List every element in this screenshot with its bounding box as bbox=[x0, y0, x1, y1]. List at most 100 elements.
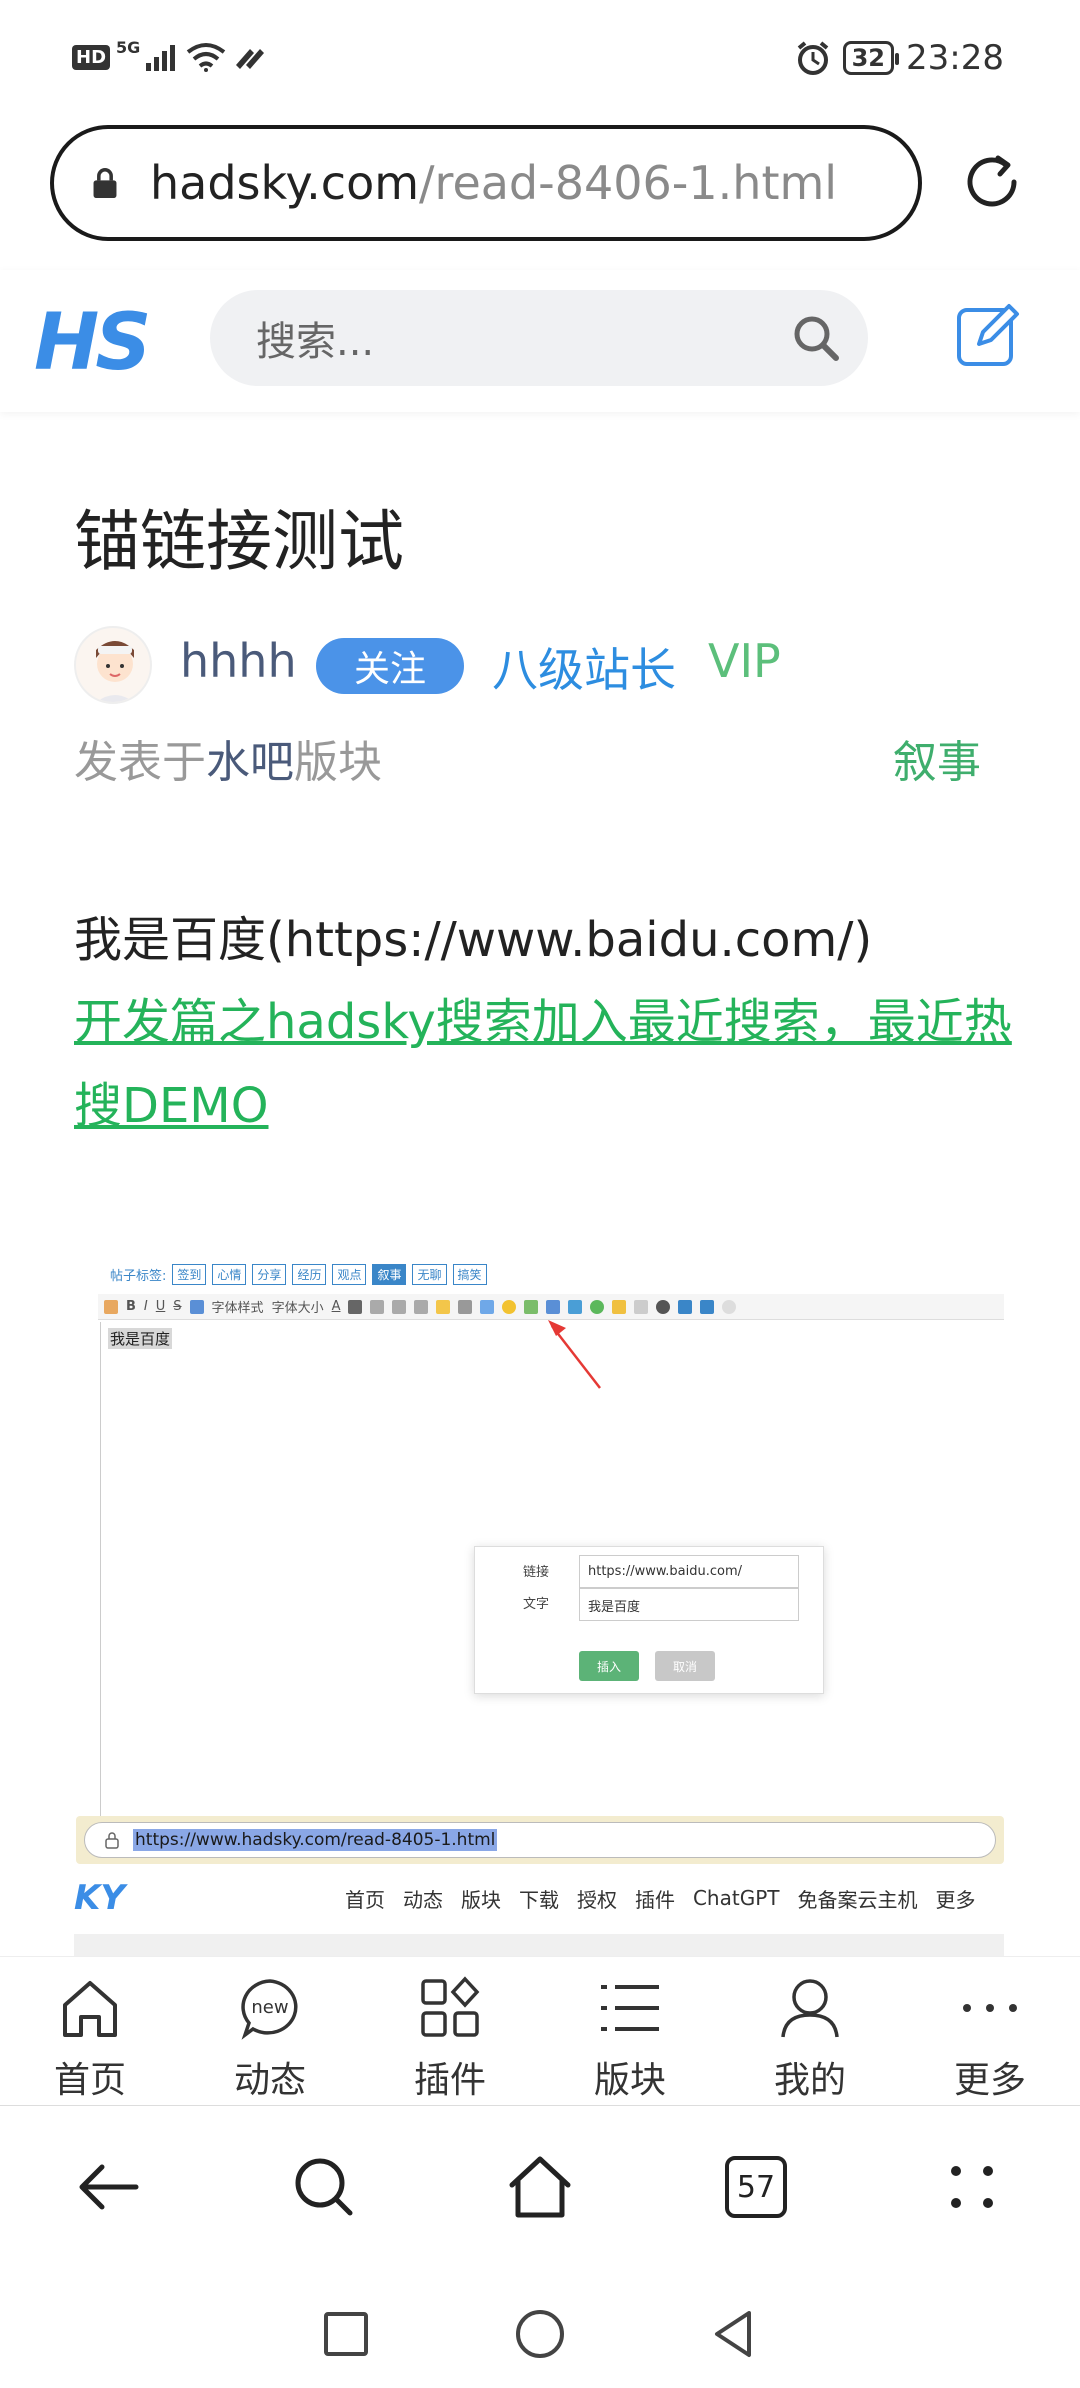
clock: 23:28 bbox=[906, 38, 1004, 78]
hotspot-icon bbox=[236, 49, 265, 69]
undo-icon bbox=[678, 1299, 693, 1314]
post-link[interactable]: 开发篇之hadsky搜索加入最近搜索，最近热搜DEMO bbox=[74, 980, 1014, 1148]
doc-icon bbox=[634, 1299, 649, 1314]
link-label: 链接 bbox=[523, 1565, 550, 1580]
vip-badge: VIP bbox=[708, 634, 781, 688]
format-icon bbox=[104, 1299, 118, 1314]
status-left: HD 5G bbox=[72, 38, 266, 72]
embedded-nav-item: 授权 bbox=[576, 1887, 617, 1912]
editor-text: 我是百度 bbox=[108, 1328, 173, 1349]
font-size-select: 字体大小 bbox=[271, 1301, 324, 1316]
tag-chip: 分享 bbox=[252, 1264, 287, 1285]
nav-home[interactable]: 首页 bbox=[0, 1957, 180, 2107]
link-field: https://www.baidu.com/ bbox=[579, 1555, 799, 1589]
text-label: 文字 bbox=[523, 1597, 550, 1612]
embedded-logo: KY bbox=[74, 1878, 125, 1918]
tag-chip: 观点 bbox=[332, 1264, 367, 1285]
font-style-select: 字体样式 bbox=[211, 1301, 264, 1316]
lock-icon bbox=[93, 168, 117, 198]
nav-mine-label: 我的 bbox=[773, 2060, 846, 2101]
red-arrow-icon bbox=[548, 1320, 601, 1389]
url-path: /read-8406-1.html bbox=[419, 156, 838, 210]
follow-button[interactable]: 关注 bbox=[316, 638, 464, 694]
browser-home-button[interactable] bbox=[432, 2153, 648, 2221]
tag-chip: 签到 bbox=[172, 1264, 207, 1285]
reload-icon[interactable] bbox=[958, 148, 1026, 216]
tag-chip: 无聊 bbox=[412, 1264, 447, 1285]
embedded-lock-icon bbox=[105, 1832, 119, 1849]
nav-feed[interactable]: new 动态 bbox=[180, 1957, 360, 2107]
search-icon bbox=[295, 2158, 353, 2216]
nav-more[interactable]: 更多 bbox=[900, 1957, 1080, 2107]
avatar[interactable] bbox=[74, 626, 152, 704]
embedded-nav-item: 插件 bbox=[634, 1887, 675, 1912]
system-home-icon[interactable] bbox=[513, 2307, 567, 2361]
tabs-button[interactable]: 57 bbox=[648, 2156, 864, 2218]
nav-plugins[interactable]: 插件 bbox=[360, 1957, 540, 2107]
system-nav-bar bbox=[0, 2280, 1080, 2388]
embedded-nav-item: 下载 bbox=[518, 1887, 559, 1912]
status-right: 32 23:28 bbox=[795, 38, 1004, 78]
site-bottom-nav: 首页 new 动态 插件 版块 我的 更多 bbox=[0, 1956, 1080, 2106]
embedded-nav-item: 首页 bbox=[344, 1887, 385, 1912]
link-icon bbox=[458, 1299, 473, 1314]
posted-suffix: 版块 bbox=[294, 737, 382, 788]
more-icon bbox=[963, 2004, 1017, 2012]
italic-icon: I bbox=[143, 1299, 148, 1314]
address-bar[interactable]: hadsky.com /read-8406-1.html bbox=[50, 125, 922, 241]
post-title: 锚链接测试 bbox=[74, 503, 404, 580]
system-back-icon[interactable] bbox=[707, 2307, 761, 2361]
signal-icon bbox=[146, 45, 176, 71]
hide-icon bbox=[656, 1299, 671, 1314]
nav-more-label: 更多 bbox=[953, 2060, 1026, 2101]
search-placeholder: 搜索... bbox=[256, 319, 375, 365]
underline-icon: U bbox=[155, 1299, 166, 1314]
new-bubble-text: new bbox=[251, 1997, 288, 2018]
tag-row: 帖子标签: 签到 心情 分享 经历 观点 叙事 无聊 搞笑 bbox=[110, 1264, 487, 1285]
embedded-url: https://www.hadsky.com/read-8405-1.html bbox=[133, 1829, 498, 1851]
tag-chip-active: 叙事 bbox=[372, 1264, 407, 1285]
bold-icon: B bbox=[126, 1299, 136, 1314]
font-color-icon: A bbox=[331, 1299, 341, 1314]
insert-button: 插入 bbox=[579, 1651, 639, 1681]
text-field: 我是百度 bbox=[579, 1587, 799, 1621]
nav-boards[interactable]: 版块 bbox=[540, 1957, 720, 2107]
wifi-icon bbox=[187, 43, 226, 72]
embedded-nav-item: 免备案云主机 bbox=[797, 1887, 918, 1912]
post-tag[interactable]: 叙事 bbox=[893, 726, 981, 790]
recents-icon[interactable] bbox=[319, 2307, 373, 2361]
bg-color-icon bbox=[348, 1299, 363, 1314]
editor-border bbox=[100, 1322, 101, 1822]
board-link[interactable]: 水吧 bbox=[206, 737, 294, 788]
edit-post-icon[interactable] bbox=[955, 300, 1023, 368]
search-icon[interactable] bbox=[790, 312, 842, 364]
image-icon bbox=[524, 1299, 539, 1314]
browser-search-button[interactable] bbox=[216, 2153, 432, 2221]
more-tools-icon bbox=[722, 1299, 737, 1314]
redo-icon bbox=[700, 1299, 715, 1314]
status-bar: HD 5G 32 23:28 bbox=[0, 0, 1080, 120]
strike-icon: S bbox=[173, 1299, 182, 1314]
tag-chip: 经历 bbox=[292, 1264, 327, 1285]
anchor-link-icon bbox=[436, 1299, 451, 1314]
browser-menu-button[interactable] bbox=[864, 2153, 1080, 2221]
align-right-icon bbox=[414, 1299, 429, 1314]
search-input[interactable]: 搜索... bbox=[210, 290, 868, 386]
nav-plugins-label: 插件 bbox=[413, 2060, 486, 2101]
posted-prefix: 发表于 bbox=[74, 737, 206, 788]
site-logo[interactable]: HS bbox=[34, 298, 151, 388]
network-type: 5G bbox=[116, 37, 141, 57]
url-domain: hadsky.com bbox=[150, 156, 420, 210]
site-header: HS 搜索... bbox=[0, 270, 1080, 412]
embedded-nav-item: ChatGPT bbox=[692, 1886, 780, 1910]
nav-mine[interactable]: 我的 bbox=[720, 1957, 900, 2107]
back-button[interactable] bbox=[0, 2153, 216, 2221]
tag-chip: 搞笑 bbox=[452, 1264, 487, 1285]
embedded-screenshot[interactable]: 帖子标签: 签到 心情 分享 经历 观点 叙事 无聊 搞笑 B I U S 字体… bbox=[74, 1250, 1004, 1958]
align-left-icon bbox=[370, 1299, 385, 1314]
home-icon bbox=[63, 1981, 117, 2037]
tabs-count: 57 bbox=[725, 2156, 787, 2218]
emoji-icon bbox=[502, 1299, 517, 1314]
list-icon bbox=[601, 1985, 659, 2031]
author-name[interactable]: hhhh bbox=[180, 634, 297, 688]
